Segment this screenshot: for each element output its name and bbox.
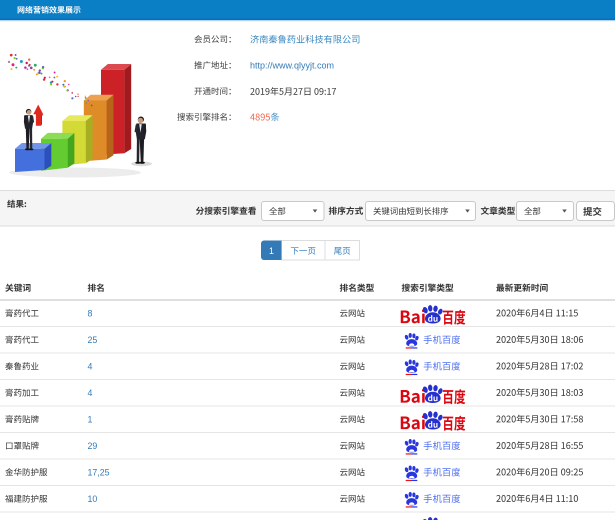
svg-text:4: 4 bbox=[88, 361, 93, 371]
svg-text:1: 1 bbox=[269, 246, 274, 256]
svg-text:1: 1 bbox=[88, 414, 93, 424]
svg-text:http://www.qlyyjt.com: http://www.qlyyjt.com bbox=[250, 61, 334, 71]
svg-text:4: 4 bbox=[88, 388, 93, 398]
svg-text:10: 10 bbox=[88, 494, 98, 504]
svg-text:29: 29 bbox=[88, 441, 98, 451]
svg-text:25: 25 bbox=[88, 335, 98, 345]
svg-text:17,25: 17,25 bbox=[88, 467, 110, 477]
svg-text:8: 8 bbox=[88, 308, 93, 318]
